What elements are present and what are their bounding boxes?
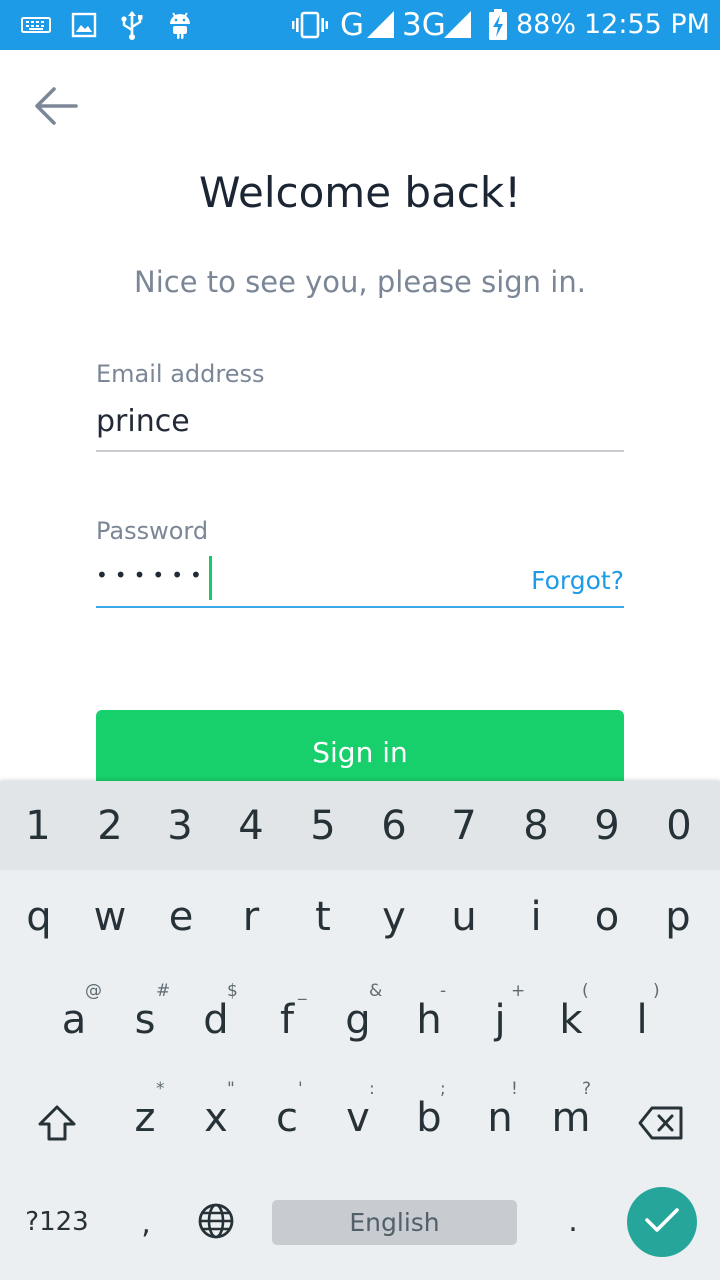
shift-key[interactable] xyxy=(22,1095,92,1155)
arrow-left-icon xyxy=(34,86,78,131)
language-key[interactable] xyxy=(188,1195,244,1251)
image-icon xyxy=(70,0,98,50)
shift-icon xyxy=(37,1104,77,1146)
password-underline xyxy=(96,606,624,608)
android-icon xyxy=(166,0,194,50)
key-f[interactable]: _ f xyxy=(252,981,322,1043)
backspace-icon xyxy=(638,1106,684,1144)
back-button[interactable] xyxy=(30,82,82,134)
password-input[interactable]: •••••• xyxy=(96,563,209,587)
backspace-key[interactable] xyxy=(626,1095,696,1155)
key-j[interactable]: + j xyxy=(465,981,535,1043)
battery-charging-icon xyxy=(487,0,509,50)
key-6[interactable]: 6 xyxy=(359,803,429,849)
key-m[interactable]: ? m xyxy=(536,1079,606,1141)
key-c[interactable]: ' c xyxy=(252,1079,322,1141)
key-b[interactable]: ; b xyxy=(394,1079,464,1141)
email-label: Email address xyxy=(96,360,265,388)
key-t[interactable]: t xyxy=(288,894,358,940)
key-l[interactable]: ) l xyxy=(607,981,677,1043)
key-s[interactable]: # s xyxy=(110,981,180,1043)
network-type-g: G xyxy=(340,7,365,43)
key-2[interactable]: 2 xyxy=(75,803,145,849)
enter-key[interactable] xyxy=(627,1187,697,1257)
vibrate-icon xyxy=(291,0,329,50)
key-a[interactable]: @ a xyxy=(39,981,109,1043)
key-o[interactable]: o xyxy=(572,894,642,940)
key-d[interactable]: $ d xyxy=(181,981,251,1043)
keyboard-icon xyxy=(20,0,52,50)
email-underline xyxy=(96,450,624,452)
on-screen-keyboard: 1 2 3 4 5 6 7 8 9 0 q w e r t y u i o p … xyxy=(0,781,720,1280)
comma-key[interactable]: , xyxy=(118,1193,174,1253)
globe-icon xyxy=(197,1202,235,1244)
key-g[interactable]: & g xyxy=(323,981,393,1043)
key-3[interactable]: 3 xyxy=(145,803,215,849)
key-n[interactable]: ! n xyxy=(465,1079,535,1141)
key-v[interactable]: :v xyxy=(323,1079,393,1141)
usb-icon xyxy=(118,0,146,50)
key-z[interactable]: * z xyxy=(110,1079,180,1141)
checkmark-icon xyxy=(644,1206,680,1239)
key-y[interactable]: y xyxy=(359,894,429,940)
text-cursor xyxy=(209,556,212,600)
forgot-password-link[interactable]: Forgot? xyxy=(531,566,624,595)
key-7[interactable]: 7 xyxy=(429,803,499,849)
key-1[interactable]: 1 xyxy=(3,803,73,849)
page-title: Welcome back! xyxy=(198,168,522,217)
password-label: Password xyxy=(96,517,209,545)
status-bar: G 3G 88% 12:55 PM xyxy=(0,0,720,50)
network-type-3g: 3G xyxy=(402,7,446,43)
key-8[interactable]: 8 xyxy=(501,803,571,849)
key-4[interactable]: 4 xyxy=(216,803,286,849)
key-p[interactable]: p xyxy=(643,894,713,940)
symbols-key[interactable]: ?123 xyxy=(14,1197,100,1247)
key-e[interactable]: e xyxy=(146,894,216,940)
key-0[interactable]: 0 xyxy=(644,803,714,849)
key-k[interactable]: (k xyxy=(536,981,606,1043)
key-q[interactable]: q xyxy=(4,894,74,940)
key-x[interactable]: " x xyxy=(181,1079,251,1141)
key-w[interactable]: w xyxy=(75,894,145,940)
key-u[interactable]: u xyxy=(429,894,499,940)
period-key[interactable]: . xyxy=(545,1191,601,1251)
signal-icon xyxy=(366,0,396,50)
clock: 12:55 PM xyxy=(584,9,710,40)
battery-percent: 88% xyxy=(516,9,577,40)
space-bar[interactable]: English xyxy=(272,1200,517,1245)
key-r[interactable]: r xyxy=(216,894,286,940)
key-h[interactable]: -h xyxy=(394,981,464,1043)
page-subtitle: Nice to see you, please sign in. xyxy=(134,265,586,299)
signal-3g-icon xyxy=(443,0,473,50)
key-5[interactable]: 5 xyxy=(288,803,358,849)
email-input[interactable]: prince xyxy=(96,404,190,439)
key-i[interactable]: i xyxy=(501,894,571,940)
key-9[interactable]: 9 xyxy=(572,803,642,849)
